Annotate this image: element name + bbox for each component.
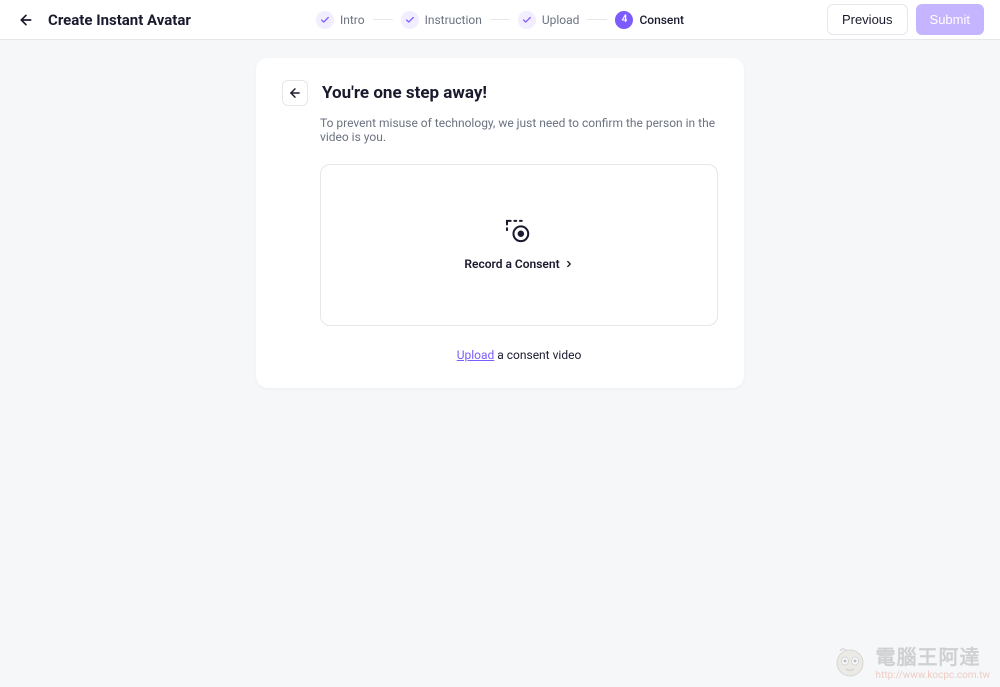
step-upload[interactable]: Upload [518,11,580,29]
step-consent[interactable]: 4 Consent [615,11,684,29]
header-actions: Previous Submit [827,4,984,35]
check-icon [316,11,334,29]
watermark-mascot-icon [830,641,870,681]
card-header: You're one step away! [282,80,718,106]
submit-button[interactable]: Submit [916,4,984,35]
camera-focus-icon [504,219,534,243]
step-connector [373,19,393,20]
step-number: 4 [615,11,633,29]
step-connector [490,19,510,20]
page-title: Create Instant Avatar [48,11,191,29]
step-label: Upload [542,13,580,27]
check-icon [518,11,536,29]
card-back-button[interactable] [282,80,308,106]
watermark: 電腦王阿達 http://www.kocpc.com.tw [830,641,990,681]
record-consent-box[interactable]: Record a Consent [320,164,718,326]
step-connector [587,19,607,20]
header-left: Create Instant Avatar [16,10,191,30]
chevron-right-icon [564,259,574,269]
upload-link[interactable]: Upload [457,348,495,362]
record-consent-label: Record a Consent [464,257,573,271]
arrow-left-icon [18,12,34,28]
check-icon [401,11,419,29]
previous-button[interactable]: Previous [827,4,908,35]
stepper: Intro Instruction Upload 4 Consent [316,11,684,29]
upload-suffix: a consent video [494,348,581,362]
watermark-url: http://www.kocpc.com.tw [876,670,990,681]
card-title: You're one step away! [322,83,487,103]
step-label: Intro [340,13,365,27]
step-instruction[interactable]: Instruction [401,11,482,29]
back-button[interactable] [16,10,36,30]
main-content: You're one step away! To prevent misuse … [0,40,1000,388]
watermark-title: 電腦王阿達 [876,641,981,670]
record-consent-text: Record a Consent [464,257,559,271]
upload-alternative: Upload a consent video [282,348,718,362]
step-label: Instruction [425,13,482,27]
consent-card: You're one step away! To prevent misuse … [256,58,744,388]
header: Create Instant Avatar Intro Instruction … [0,0,1000,40]
card-subtitle: To prevent misuse of technology, we just… [282,116,718,144]
arrow-left-icon [288,86,302,100]
step-intro[interactable]: Intro [316,11,365,29]
step-label: Consent [639,13,684,27]
